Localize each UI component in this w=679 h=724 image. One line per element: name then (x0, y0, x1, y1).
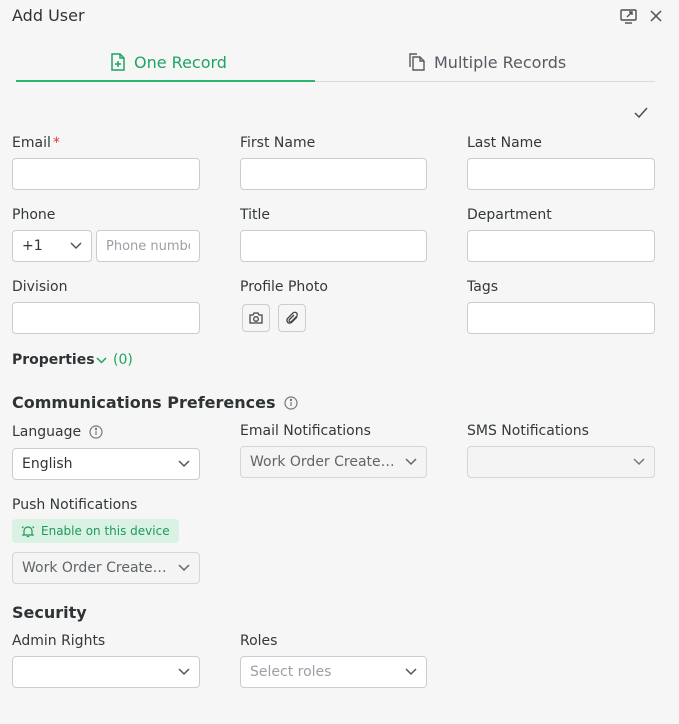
save-button[interactable] (630, 101, 652, 123)
tab-multiple-records[interactable]: Multiple Records (408, 48, 566, 76)
last-name-field[interactable] (467, 158, 655, 190)
language-label: Language (12, 423, 103, 441)
chevron-down-icon (633, 458, 645, 466)
tab-active-indicator (16, 80, 315, 82)
division-field[interactable] (12, 302, 200, 334)
country-code-select[interactable]: +1 (12, 230, 92, 262)
camera-icon (249, 312, 263, 324)
first-name-field[interactable] (240, 158, 427, 190)
roles-select[interactable]: Select roles (240, 656, 427, 688)
chevron-down-icon (178, 564, 190, 572)
last-name-label: Last Name (467, 135, 542, 151)
external-window-icon (619, 8, 637, 24)
admin-rights-select[interactable] (12, 656, 200, 688)
security-section-title: Security (12, 603, 87, 622)
title-field[interactable] (240, 230, 427, 262)
enable-push-button[interactable]: Enable on this device (12, 519, 179, 543)
info-icon[interactable] (89, 425, 103, 439)
check-icon (634, 107, 648, 118)
take-photo-button[interactable] (242, 304, 270, 332)
communications-section-title: Communications Preferences (12, 393, 298, 412)
chevron-down-icon (405, 458, 417, 466)
tab-one-record[interactable]: One Record (110, 48, 227, 76)
email-notifications-value: Work Order Created, Work Order Updated (250, 454, 395, 470)
tags-field[interactable] (467, 302, 655, 334)
email-notifications-label: Email Notifications (240, 423, 371, 439)
division-label: Division (12, 279, 68, 295)
attach-photo-button[interactable] (278, 304, 306, 332)
file-add-icon (111, 53, 125, 71)
paperclip-icon (285, 311, 298, 324)
popout-button[interactable] (617, 5, 639, 27)
dialog-title: Add User (12, 6, 85, 25)
push-notifications-select[interactable]: Work Order Created, Work Order Updated (12, 552, 200, 584)
push-notifications-label: Push Notifications (12, 497, 138, 513)
sms-notifications-select[interactable] (467, 446, 655, 478)
tab-label: One Record (134, 52, 227, 72)
country-code-value: +1 (22, 238, 43, 254)
roles-placeholder: Select roles (250, 664, 332, 680)
close-icon (650, 10, 662, 22)
roles-label: Roles (240, 633, 278, 649)
bell-icon (21, 525, 35, 537)
chevron-down-icon (178, 668, 190, 676)
properties-label: Properties (12, 352, 95, 368)
chevron-down-icon (96, 356, 107, 364)
language-value: English (22, 456, 73, 472)
close-button[interactable] (645, 5, 667, 27)
sms-notifications-label: SMS Notifications (467, 423, 589, 439)
push-notifications-value: Work Order Created, Work Order Updated (22, 560, 167, 576)
chevron-down-icon (178, 460, 190, 468)
phone-label: Phone (12, 207, 56, 223)
phone-number-input[interactable] (96, 230, 200, 262)
email-label: Email * (12, 135, 60, 151)
admin-rights-label: Admin Rights (12, 633, 106, 649)
info-icon[interactable] (283, 395, 298, 410)
email-field[interactable] (12, 158, 200, 190)
department-label: Department (467, 207, 552, 223)
title-label: Title (240, 207, 271, 223)
language-select[interactable]: English (12, 448, 200, 480)
tab-label: Multiple Records (434, 52, 567, 72)
required-marker: * (52, 135, 60, 151)
first-name-label: First Name (240, 135, 316, 151)
email-notifications-select[interactable]: Work Order Created, Work Order Updated (240, 446, 427, 478)
properties-toggle[interactable]: (0) (96, 352, 133, 368)
properties-count: (0) (113, 352, 133, 368)
files-copy-icon (409, 53, 425, 71)
chevron-down-icon (405, 668, 417, 676)
department-field[interactable] (467, 230, 655, 262)
profile-photo-label: Profile Photo (240, 279, 328, 295)
chevron-down-icon (70, 242, 82, 250)
tags-label: Tags (467, 279, 498, 295)
enable-push-label: Enable on this device (41, 524, 170, 538)
